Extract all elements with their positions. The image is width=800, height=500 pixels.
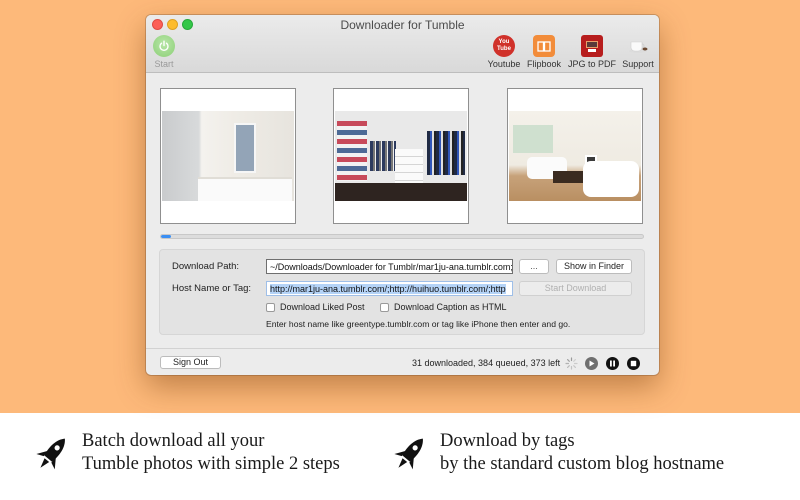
youtube-icon-text-bottom: Tube xyxy=(497,46,511,52)
show-in-finder-button[interactable]: Show in Finder xyxy=(556,259,632,274)
flipbook-tool-button[interactable]: Flipbook xyxy=(526,35,562,69)
titlebar-toolbar: Downloader for Tumble Start You Tube You… xyxy=(146,15,659,73)
jpg-to-pdf-icon xyxy=(581,35,603,57)
play-button[interactable] xyxy=(585,357,598,370)
footer-divider xyxy=(146,348,659,349)
youtube-icon-text-top: You xyxy=(498,39,510,45)
host-name-value: http://mar1ju-ana.tumblr.com/;http://hui… xyxy=(270,284,506,294)
rocket-icon xyxy=(394,438,423,470)
promo-feature-tags: Download by tags by the standard custom … xyxy=(388,430,724,476)
support-label: Support xyxy=(622,59,654,69)
host-name-label: Host Name or Tag: xyxy=(172,283,252,294)
settings-panel: Download Path: ~/Downloads/Downloader fo… xyxy=(159,249,645,335)
thumbnail-bathroom xyxy=(160,88,296,224)
checkbox-box[interactable] xyxy=(266,302,275,312)
play-icon xyxy=(589,360,595,367)
photo-closet xyxy=(335,111,467,201)
download-liked-post-checkbox[interactable]: Download Liked Post xyxy=(266,302,365,312)
promo-1-line-1: Batch download all your xyxy=(82,431,265,451)
download-caption-html-checkbox[interactable]: Download Caption as HTML xyxy=(380,302,507,312)
download-liked-post-label: Download Liked Post xyxy=(280,302,365,312)
power-icon xyxy=(153,35,175,57)
sign-out-button[interactable]: Sign Out xyxy=(160,356,221,369)
jpg-to-pdf-label: JPG to PDF xyxy=(567,59,616,69)
promo-1-line-2: Tumble photos with simple 2 steps xyxy=(82,454,340,474)
youtube-icon: You Tube xyxy=(493,35,515,57)
rocket-icon xyxy=(36,438,65,470)
download-path-label: Download Path: xyxy=(172,261,240,272)
stop-icon xyxy=(630,360,637,367)
browse-button[interactable]: ... xyxy=(519,259,549,274)
thumbnail-living-room xyxy=(507,88,643,224)
youtube-tool-button[interactable]: You Tube Youtube xyxy=(486,35,522,69)
thumbnail-closet xyxy=(333,88,469,224)
app-window: Downloader for Tumble Start You Tube You… xyxy=(146,15,659,375)
photo-bathroom xyxy=(162,111,294,201)
download-progress-bar xyxy=(160,234,644,239)
flipbook-label: Flipbook xyxy=(526,59,562,69)
promo-feature-batch: Batch download all your Tumble photos wi… xyxy=(30,430,340,476)
start-label: Start xyxy=(154,59,174,69)
download-path-field[interactable]: ~/Downloads/Downloader for Tumblr/mar1ju… xyxy=(266,259,513,274)
host-name-field[interactable]: http://mar1ju-ana.tumblr.com/;http://hui… xyxy=(266,281,513,296)
progress-fill xyxy=(161,235,171,238)
download-status: 31 downloaded, 384 queued, 373 left xyxy=(412,358,561,368)
pause-button[interactable] xyxy=(606,357,619,370)
download-caption-html-label: Download Caption as HTML xyxy=(394,302,507,312)
youtube-label: Youtube xyxy=(487,59,521,69)
window-title: Downloader for Tumble xyxy=(340,18,465,32)
book-icon xyxy=(533,35,555,57)
hint-text: Enter host name like greentype.tumblr.co… xyxy=(266,319,571,329)
loading-spinner-icon xyxy=(565,357,578,370)
start-download-button[interactable]: Start Download xyxy=(519,281,632,296)
checkbox-box[interactable] xyxy=(380,302,389,312)
coffee-cup-icon xyxy=(627,35,649,57)
photo-living-room xyxy=(509,111,641,201)
promo-2-line-1: Download by tags xyxy=(440,431,575,451)
promo-2-line-2: by the standard custom blog hostname xyxy=(440,454,725,474)
stop-button[interactable] xyxy=(627,357,640,370)
jpg-to-pdf-tool-button[interactable]: JPG to PDF xyxy=(566,35,618,69)
pause-icon xyxy=(610,360,615,367)
support-tool-button[interactable]: Support xyxy=(620,35,656,69)
start-button[interactable]: Start xyxy=(151,35,177,69)
